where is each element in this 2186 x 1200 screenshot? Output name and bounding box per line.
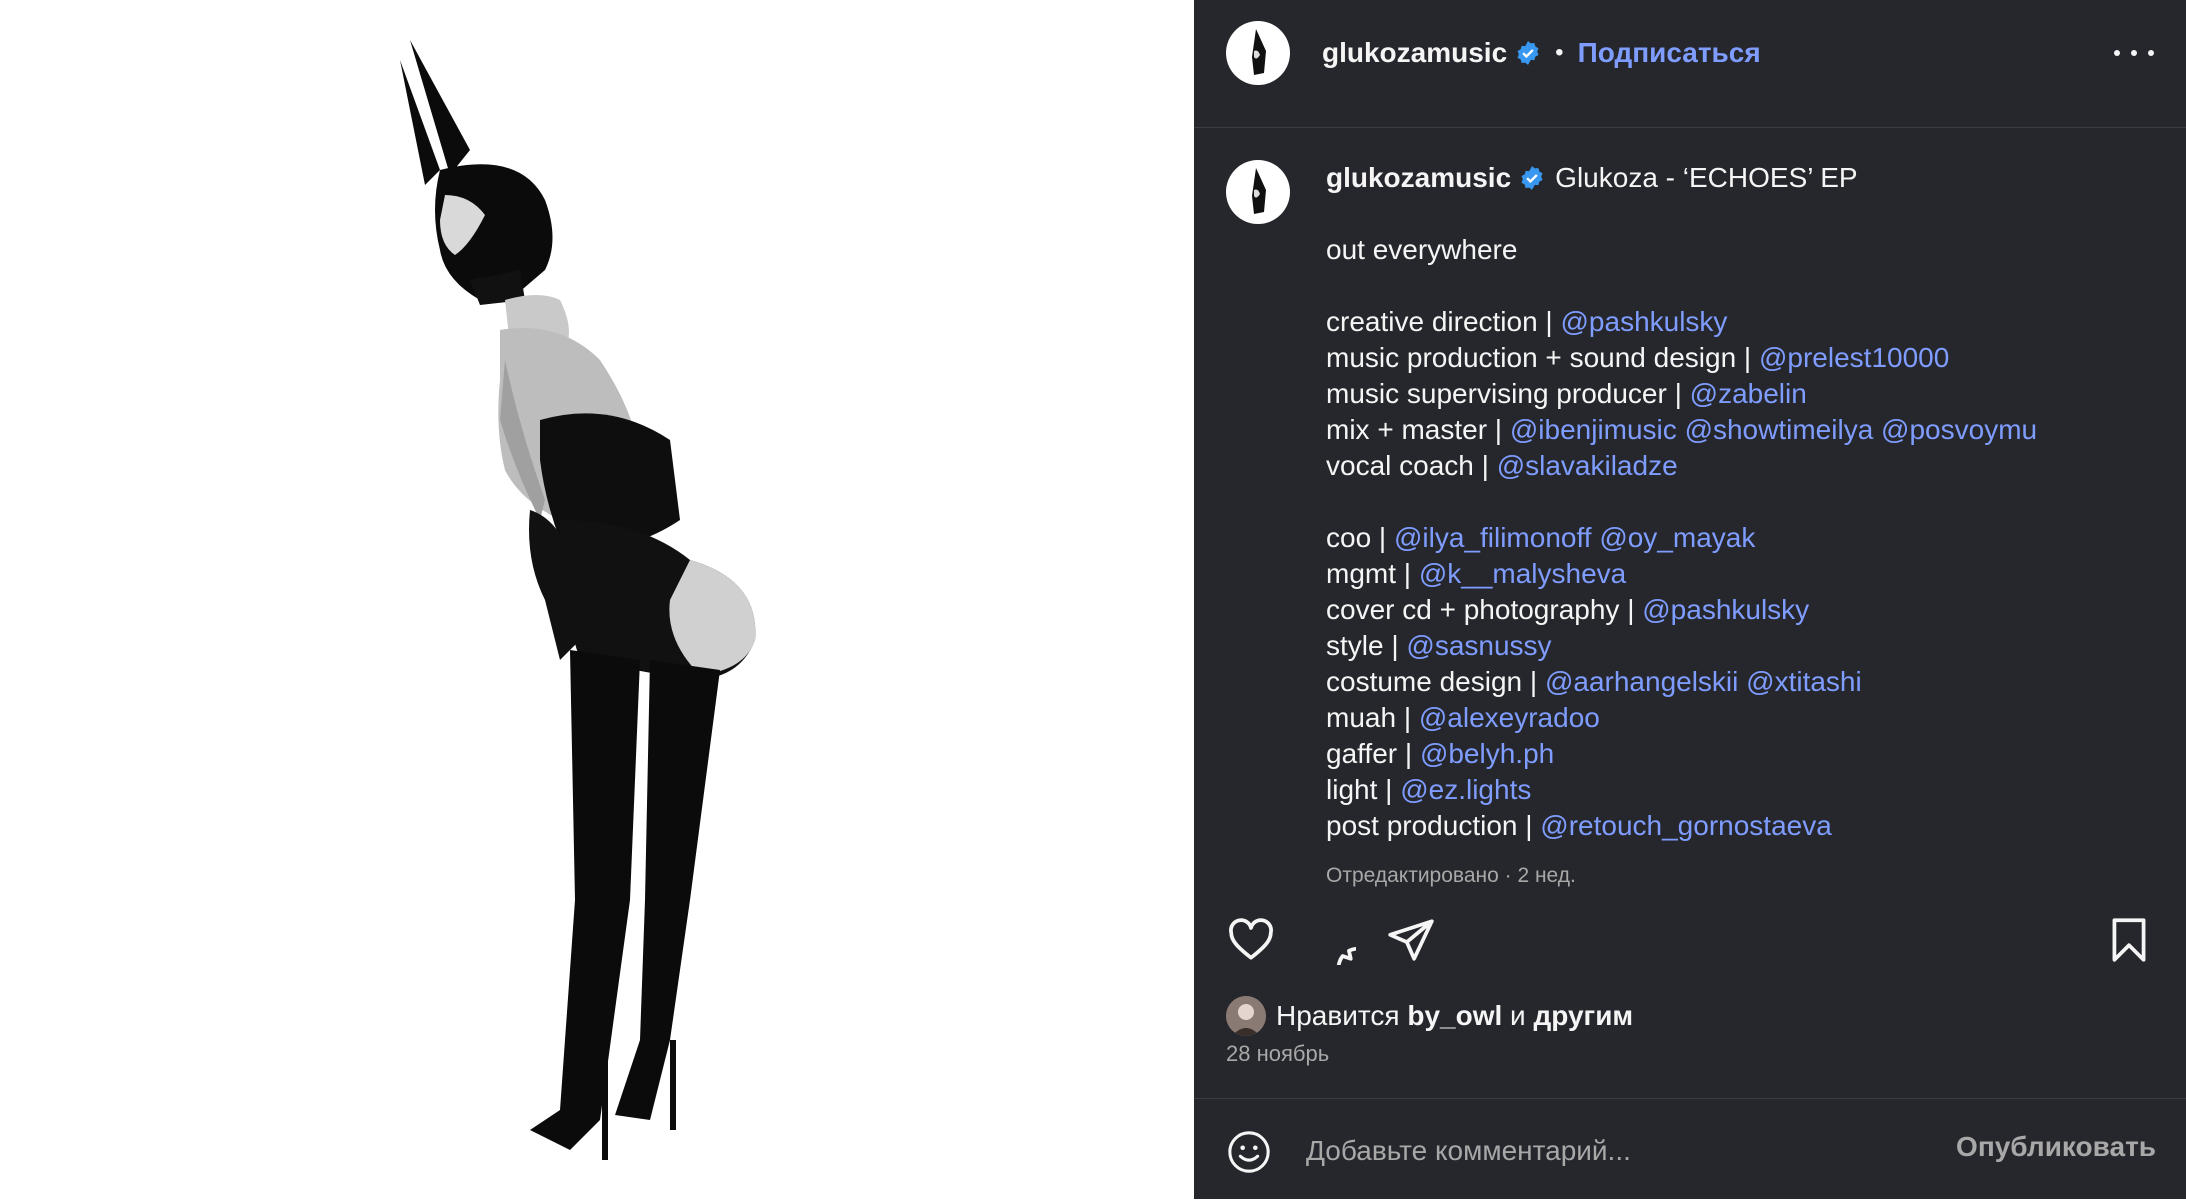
mention-link[interactable]: @ez.lights	[1400, 774, 1531, 805]
caption-line: coo | @ilya_filimonoff @oy_mayak	[1326, 520, 2154, 556]
caption-line: gaffer | @belyh.ph	[1326, 736, 2154, 772]
verified-badge-icon	[1517, 41, 1539, 65]
mention-link[interactable]: @retouch_gornostaeva	[1540, 810, 1832, 841]
mention-link[interactable]: @pashkulsky	[1561, 306, 1728, 337]
caption-line-text: music supervising producer |	[1326, 378, 1690, 409]
post-header: glukozamusic • Подписаться	[1226, 21, 2154, 85]
comment-input[interactable]	[1304, 1125, 1908, 1177]
heart-icon[interactable]	[1226, 915, 1276, 965]
caption-lines: out everywhere creative direction | @pash…	[1326, 232, 2154, 844]
publish-button[interactable]: Опубликовать	[1956, 1131, 2156, 1163]
caption-line-text: muah |	[1326, 702, 1419, 733]
caption-line-text: light |	[1326, 774, 1401, 805]
caption-line	[1326, 268, 2154, 304]
send-icon[interactable]	[1386, 915, 1436, 965]
likes-others-link[interactable]: другим	[1533, 1000, 1633, 1032]
avatar-image	[1252, 29, 1266, 75]
caption-username-link[interactable]: glukozamusic	[1326, 160, 1511, 196]
caption-line: mix + master | @ibenjimusic @showtimeily…	[1326, 412, 2154, 448]
caption-line: out everywhere	[1326, 232, 2154, 268]
likes-summary: Нравится by_owl и другим	[1226, 996, 1633, 1036]
caption-line: creative direction | @pashkulsky	[1326, 304, 2154, 340]
caption-title: Glukoza - ‘ECHOES’ EP	[1555, 162, 1858, 193]
caption-line: mgmt | @k__malysheva	[1326, 556, 2154, 592]
caption-line-text: style |	[1326, 630, 1407, 661]
mention-link[interactable]: @xtitashi	[1746, 666, 1862, 697]
post-date: 28 ноябрь	[1226, 1041, 1330, 1066]
more-options-icon[interactable]	[2114, 37, 2154, 69]
caption-line: music production + sound design | @prele…	[1326, 340, 2154, 376]
verified-badge-icon	[1521, 166, 1543, 190]
caption-line: style | @sasnussy	[1326, 628, 2154, 664]
mention-link[interactable]: @showtimeilya	[1685, 414, 1874, 445]
liker-avatar-image	[1226, 996, 1266, 1036]
mention-link[interactable]: @k__malysheva	[1419, 558, 1626, 589]
caption-line	[1326, 484, 2154, 520]
mention-link[interactable]: @oy_mayak	[1599, 522, 1755, 553]
caption-body: glukozamusic Glukoza - ‘ECHOES’ EP out e…	[1326, 160, 2154, 894]
comment-bar: Опубликовать	[1194, 1098, 2186, 1200]
caption-line: costume design | @aarhangelskii @xtitash…	[1326, 664, 2154, 700]
username-link[interactable]: glukozamusic	[1322, 37, 1507, 69]
caption-line-text: mgmt |	[1326, 558, 1419, 589]
caption-line-text: gaffer |	[1326, 738, 1420, 769]
edited-timestamp: Отредактировано · 2 нед.	[1326, 864, 1576, 887]
post-photo	[0, 0, 1194, 1199]
comment-icon[interactable]	[1306, 915, 1356, 965]
avatar[interactable]	[1226, 21, 1290, 85]
header-divider	[1194, 127, 2186, 128]
caption-line-text: post production |	[1326, 810, 1541, 841]
liker-avatar[interactable]	[1226, 996, 1266, 1036]
mention-link[interactable]: @prelest10000	[1759, 342, 1949, 373]
caption-line: muah | @alexeyradoo	[1326, 700, 2154, 736]
mention-link[interactable]: @aarhangelskii	[1545, 666, 1738, 697]
mention-link[interactable]: @alexeyradoo	[1419, 702, 1600, 733]
mention-link[interactable]: @sasnussy	[1406, 630, 1551, 661]
likes-conj: и	[1510, 1000, 1526, 1031]
mention-link[interactable]: @zabelin	[1690, 378, 1807, 409]
post-image[interactable]	[0, 0, 1194, 1199]
liker-username-link[interactable]: by_owl	[1407, 1000, 1502, 1032]
mention-link[interactable]: @ibenjimusic	[1510, 414, 1677, 445]
caption-line-text: creative direction |	[1326, 306, 1561, 337]
likes-prefix: Нравится	[1276, 1000, 1400, 1031]
caption-line: music supervising producer | @zabelin	[1326, 376, 2154, 412]
mention-link[interactable]: @ilya_filimonoff	[1394, 522, 1592, 553]
caption-line-text: mix + master |	[1326, 414, 1510, 445]
caption-line-text: music production + sound design |	[1326, 342, 1759, 373]
bookmark-icon[interactable]	[2104, 915, 2154, 965]
emoji-icon[interactable]	[1226, 1129, 1272, 1175]
mention-link[interactable]: @pashkulsky	[1642, 594, 1809, 625]
mention-link[interactable]: @belyh.ph	[1420, 738, 1554, 769]
post-panel: glukozamusic • Подписаться glukozamusic	[1194, 0, 2186, 1199]
caption-line-text: out everywhere	[1326, 234, 1518, 265]
caption-line: vocal coach | @slavakiladze	[1326, 448, 2154, 484]
follow-button[interactable]: Подписаться	[1578, 37, 1761, 69]
caption-line: light | @ez.lights	[1326, 772, 2154, 808]
caption-line-text: costume design |	[1326, 666, 1545, 697]
caption-avatar[interactable]	[1226, 160, 1290, 224]
caption-line-text: coo |	[1326, 522, 1394, 553]
action-bar	[1226, 915, 2154, 965]
caption-title-line: glukozamusic Glukoza - ‘ECHOES’ EP	[1326, 160, 2154, 196]
caption-line: cover cd + photography | @pashkulsky	[1326, 592, 2154, 628]
mention-link[interactable]: @posvoymu	[1881, 414, 2037, 445]
separator-dot: •	[1555, 39, 1564, 66]
mention-link[interactable]: @slavakiladze	[1497, 450, 1678, 481]
caption-line-text: vocal coach |	[1326, 450, 1497, 481]
caption-line-text: cover cd + photography |	[1326, 594, 1643, 625]
avatar-image	[1252, 168, 1266, 214]
caption-line: post production | @retouch_gornostaeva	[1326, 808, 2154, 844]
